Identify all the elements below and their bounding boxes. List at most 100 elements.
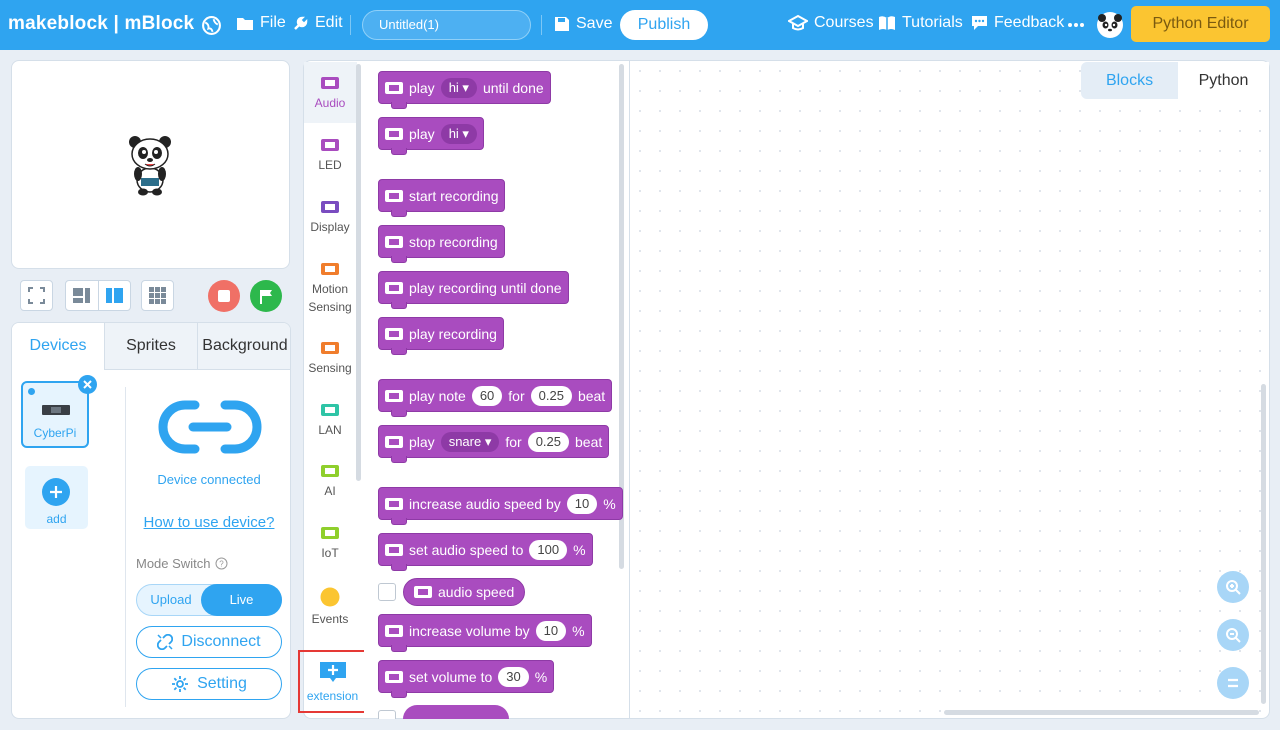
fullscreen-stage-button[interactable] (20, 280, 53, 311)
audio-speed-checkbox[interactable] (378, 583, 396, 601)
category-lan[interactable]: LAN (303, 404, 357, 439)
cyberpi-block-icon (385, 624, 403, 637)
workspace-horizontal-scrollbar[interactable] (944, 710, 1259, 715)
volume-input[interactable]: 30 (498, 666, 529, 687)
publish-button[interactable]: Publish (620, 10, 708, 40)
category-events[interactable]: Events (303, 587, 357, 628)
tab-blocks[interactable]: Blocks (1081, 62, 1178, 99)
category-motion-sensing[interactable]: Motion Sensing (303, 263, 357, 316)
category-sensing[interactable]: Sensing (303, 342, 357, 377)
how-to-use-link[interactable]: How to use device? (136, 514, 282, 531)
large-stage-button[interactable] (99, 281, 131, 310)
category-audio[interactable]: Audio (303, 77, 357, 112)
speed-input[interactable]: 10 (566, 493, 598, 514)
category-display[interactable]: Display (303, 201, 357, 236)
block-text: increase volume by (409, 622, 530, 639)
block-audio-speed-reporter[interactable]: audio speed (403, 578, 526, 606)
cyberpi-block-icon (385, 81, 403, 94)
block-set-audio-speed[interactable]: set audio speed to 100 % (378, 533, 593, 571)
category-led[interactable]: LED (303, 139, 357, 174)
remove-device-button[interactable] (78, 375, 97, 394)
setting-button[interactable]: Setting (136, 668, 282, 700)
edit-menu[interactable]: Edit (293, 14, 343, 32)
volume-input[interactable]: 10 (535, 620, 567, 641)
category-audio-label: Audio (314, 96, 346, 110)
cyberpi-block-icon (385, 327, 403, 340)
block-partially-hidden[interactable] (403, 705, 509, 719)
save-icon (555, 17, 569, 31)
setting-label: Setting (197, 675, 247, 692)
save-button[interactable]: Save (554, 15, 612, 33)
category-scrollbar[interactable] (356, 64, 361, 481)
tab-background[interactable]: Background (198, 323, 290, 370)
block-increase-volume[interactable]: increase volume by 10 % (378, 614, 592, 652)
speed-input[interactable]: 100 (529, 539, 568, 560)
feedback-link[interactable]: Feedback (971, 14, 1064, 32)
block-play-until-done[interactable]: play hi ▾ until done (378, 71, 551, 109)
stage-canvas[interactable] (11, 60, 290, 269)
stop-button[interactable] (208, 280, 240, 312)
cyberpi-block-icon (385, 497, 403, 510)
disconnect-button[interactable]: Disconnect (136, 626, 282, 658)
panda-sprite[interactable] (127, 134, 173, 196)
green-flag-button[interactable] (250, 280, 282, 312)
block-set-volume[interactable]: set volume to 30 % (378, 660, 555, 698)
block-text: % (573, 541, 586, 558)
cyberpi-block-icon (385, 670, 403, 683)
grid-view-button[interactable] (141, 280, 174, 311)
more-menu-icon[interactable] (1067, 14, 1085, 34)
block-start-recording[interactable]: start recording (378, 179, 506, 217)
block-play-recording[interactable]: play recording (378, 317, 504, 355)
zoom-out-button[interactable] (1217, 619, 1249, 651)
block-play[interactable]: play hi ▾ (378, 117, 484, 155)
tutorials-link[interactable]: Tutorials (878, 14, 963, 32)
mode-switch-toggle: Upload Live (136, 584, 282, 616)
block-text: play (409, 125, 435, 142)
courses-link[interactable]: Courses (788, 14, 874, 32)
drum-dropdown[interactable]: snare ▾ (440, 431, 500, 452)
beat-input[interactable]: 0.25 (527, 431, 570, 452)
tab-sprites[interactable]: Sprites (105, 323, 198, 370)
small-stage-button[interactable] (66, 281, 99, 310)
sound-dropdown[interactable]: hi ▾ (440, 77, 477, 98)
extension-highlight-box (298, 650, 368, 713)
gear-icon (172, 676, 189, 692)
file-menu[interactable]: File (236, 14, 286, 32)
block-text: play (409, 79, 435, 96)
beat-input[interactable]: 0.25 (530, 385, 572, 406)
category-ai[interactable]: AI (303, 465, 357, 500)
block-play-recording-until-done[interactable]: play recording until done (378, 271, 569, 309)
python-editor-button[interactable]: Python Editor (1131, 6, 1270, 42)
mode-upload-option[interactable]: Upload (137, 585, 205, 615)
category-iot[interactable]: IoT (303, 527, 357, 562)
note-input[interactable]: 60 (471, 385, 503, 406)
user-avatar[interactable] (1096, 11, 1124, 39)
script-workspace[interactable] (629, 60, 1270, 719)
zoom-in-button[interactable] (1217, 571, 1249, 603)
help-icon[interactable]: ? (215, 557, 228, 570)
cyberpi-block-icon (385, 127, 403, 140)
sound-dropdown[interactable]: hi ▾ (440, 123, 477, 144)
block-increase-audio-speed[interactable]: increase audio speed by 10 % (378, 487, 623, 525)
add-device-button[interactable]: add (25, 466, 88, 529)
zoom-reset-button[interactable] (1217, 667, 1249, 699)
tutorials-label: Tutorials (902, 14, 963, 31)
ai-category-icon (321, 465, 339, 477)
language-globe-icon[interactable] (201, 15, 222, 36)
device-card-cyberpi[interactable]: CyberPi (21, 381, 89, 448)
block-text: beat (577, 387, 606, 404)
block-stop-recording[interactable]: stop recording (378, 225, 505, 263)
block-text: stop recording (409, 233, 498, 250)
block-text: audio speed (438, 584, 515, 600)
block-play-note[interactable]: play note 60 for 0.25 beat (378, 379, 613, 417)
mode-live-option[interactable]: Live (201, 584, 282, 616)
tab-python[interactable]: Python (1178, 62, 1269, 99)
grid-icon (149, 287, 166, 304)
wrench-icon (294, 16, 308, 30)
category-lan-label: LAN (318, 423, 342, 437)
checkbox-partially-hidden[interactable] (378, 710, 396, 719)
block-play-drum[interactable]: play snare ▾ for 0.25 beat (378, 425, 610, 463)
project-title-input[interactable]: Untitled(1) (362, 10, 531, 40)
workspace-vertical-scrollbar[interactable] (1261, 384, 1266, 704)
tab-devices[interactable]: Devices (12, 323, 105, 370)
